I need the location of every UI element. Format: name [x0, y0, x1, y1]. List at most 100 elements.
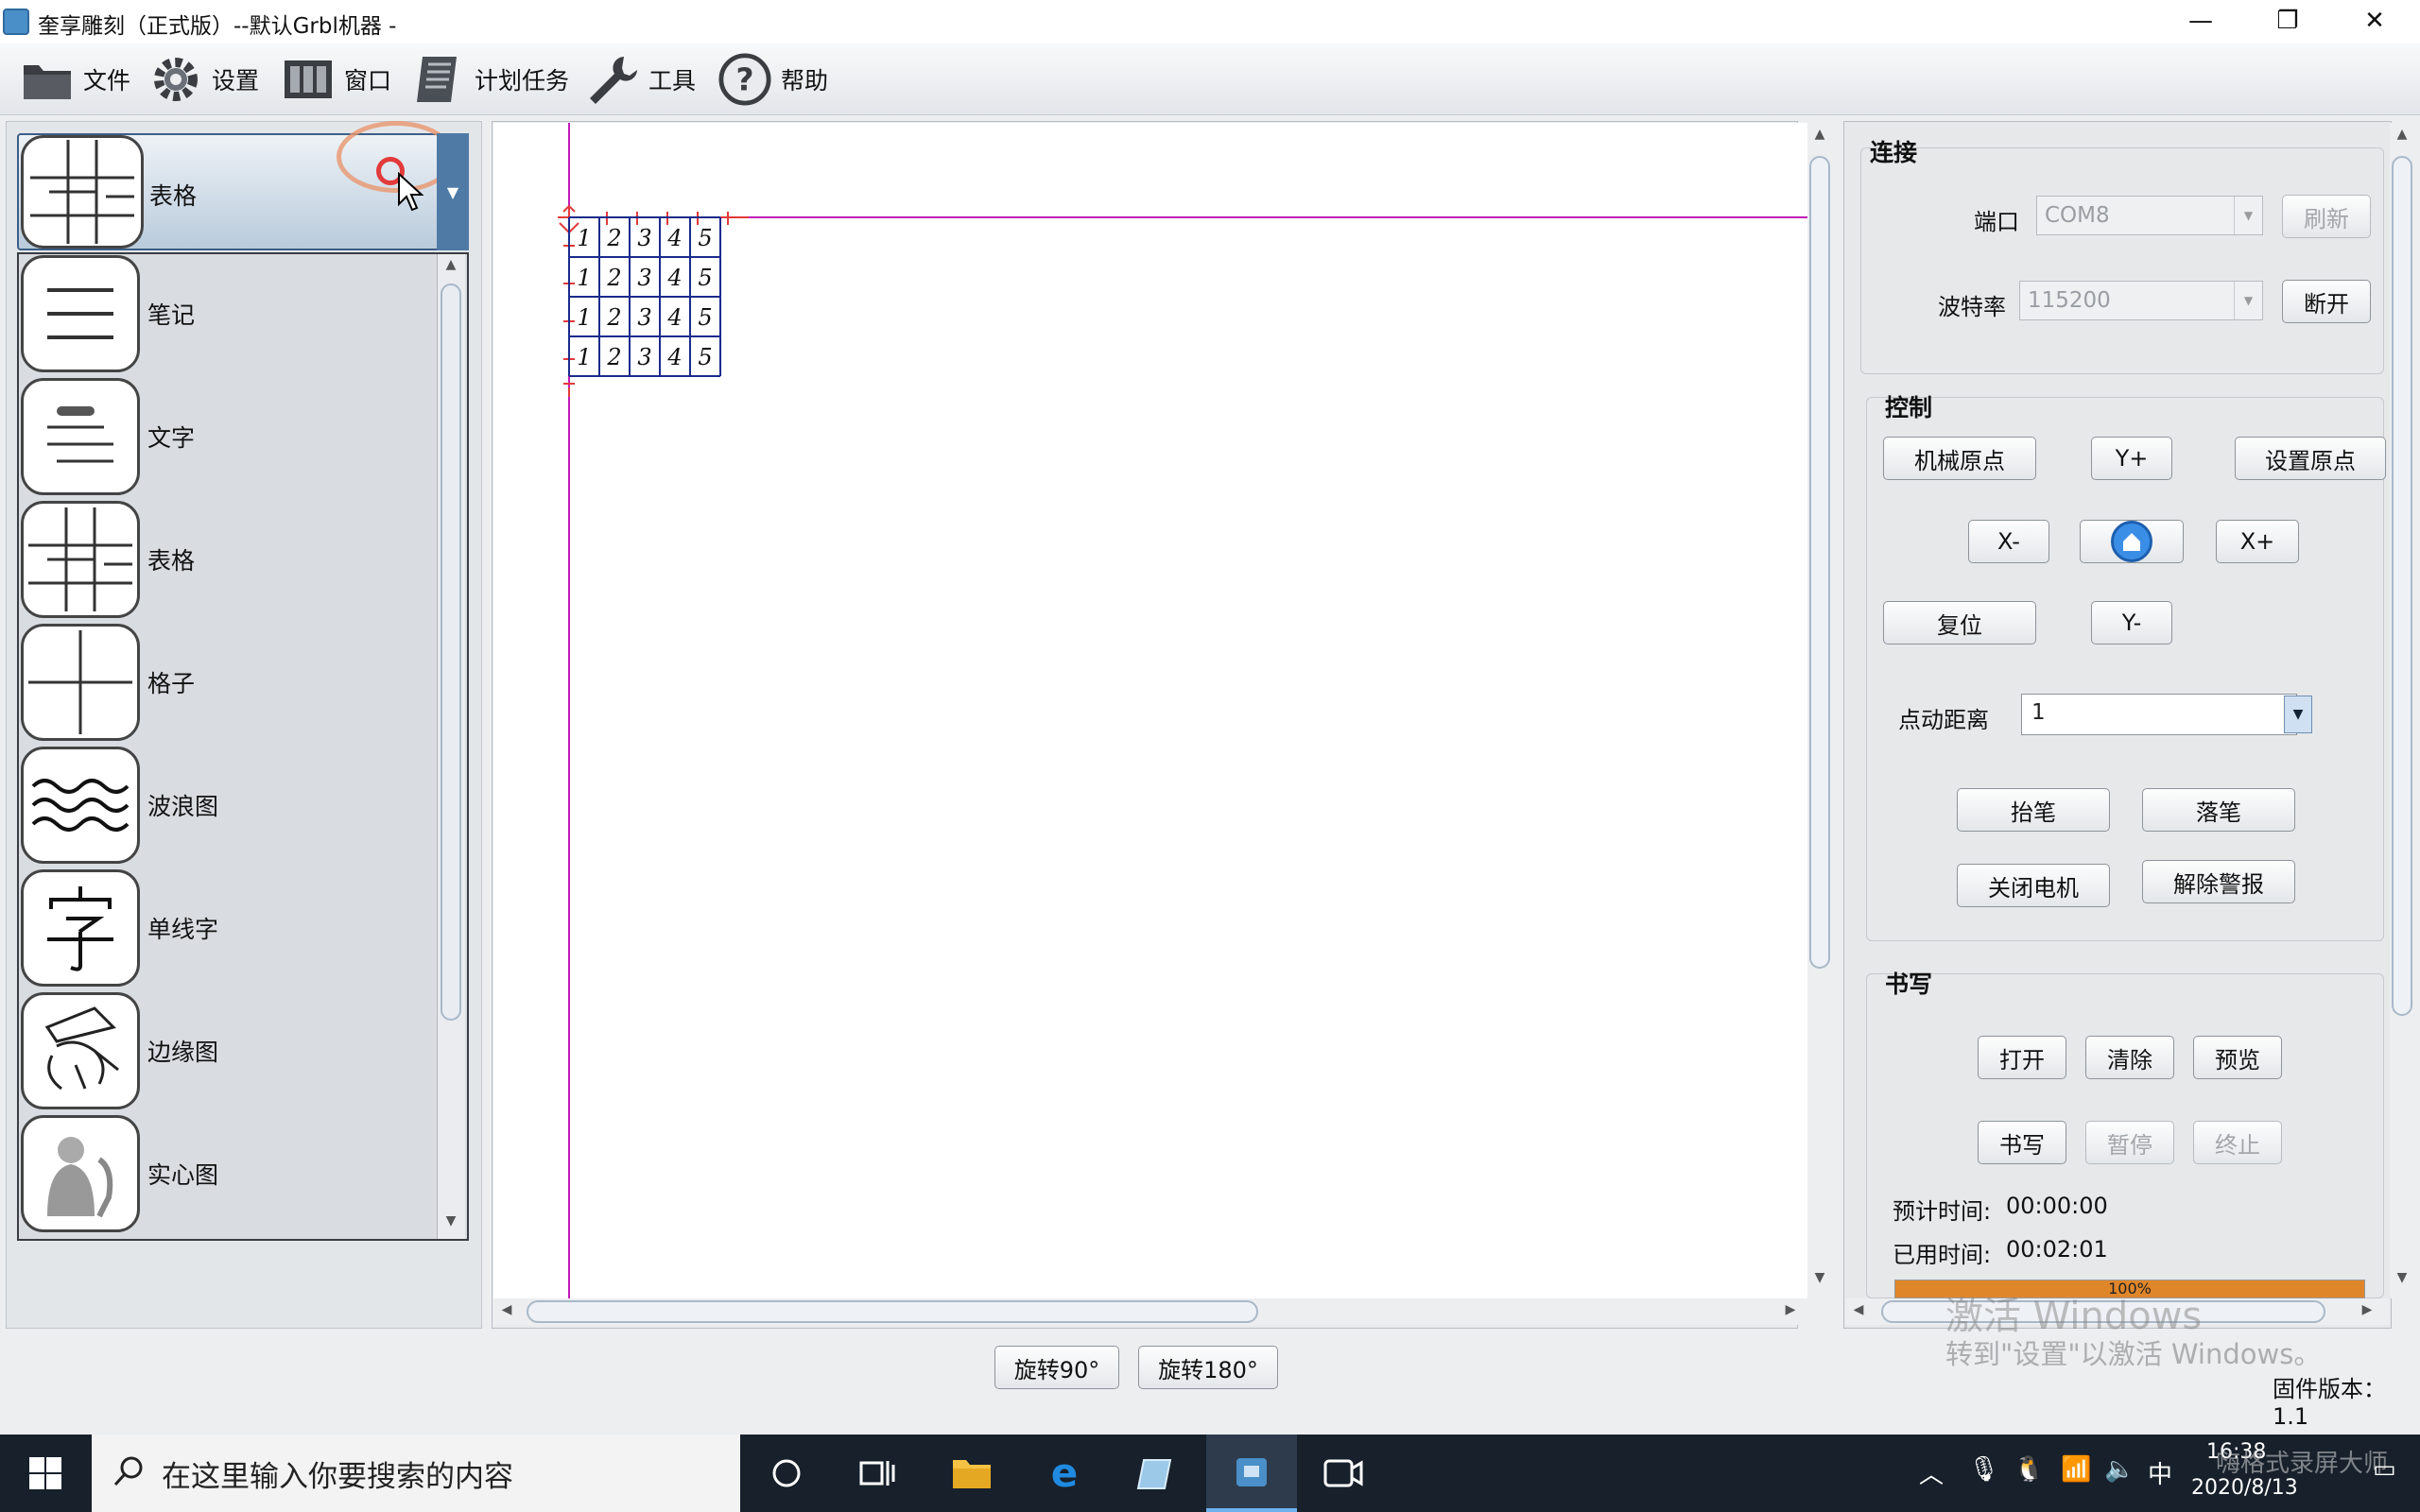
maximize-button[interactable]: ❐ [2244, 0, 2331, 43]
list-item[interactable]: 格子 [21, 624, 437, 741]
task-view-icon[interactable] [832, 1435, 923, 1512]
menu-settings[interactable]: 设置 [149, 51, 259, 108]
set-origin-button[interactable]: 设置原点 [2235, 437, 2386, 480]
drawing-canvas[interactable]: 12345123451234512345 [493, 123, 1807, 1298]
pen-down-button[interactable]: 落笔 [2142, 788, 2295, 832]
scroll-left-arrow[interactable]: ◀ [1849, 1302, 1868, 1317]
selected-thumb [21, 135, 144, 249]
machine-home-button[interactable]: 机械原点 [1883, 437, 2036, 480]
list-item[interactable]: 文字 [21, 378, 437, 495]
ime-indicator[interactable]: 中 [2148, 1455, 2172, 1490]
x-minus-button[interactable]: X- [1968, 520, 2049, 563]
table-icon [21, 501, 140, 618]
used-time-label: 已用时间: [1893, 1242, 1992, 1268]
grid-cell-text: 2 [606, 344, 621, 370]
search-placeholder: 在这里输入你要搜索的内容 [162, 1459, 513, 1494]
rotate-90-button[interactable]: 旋转90° [994, 1346, 1119, 1389]
chevron-down-icon[interactable]: ▼ [437, 133, 469, 250]
panel-vertical-thumb[interactable] [2392, 156, 2412, 1016]
volume-icon[interactable]: 🔈 [2104, 1455, 2135, 1484]
clear-alarm-button[interactable]: 解除警报 [2142, 860, 2295, 903]
canvas-horizontal-thumb[interactable] [527, 1300, 1258, 1323]
jog-distance-input[interactable]: 1 [2021, 694, 2297, 735]
app-window-icon[interactable] [1110, 1435, 1201, 1512]
taskbar-search[interactable]: 在这里输入你要搜索的内容 [92, 1435, 740, 1512]
y-minus-button[interactable]: Y- [2091, 601, 2172, 644]
list-item[interactable]: 波浪图 [21, 747, 437, 864]
scroll-up-arrow[interactable]: ▲ [2392, 127, 2412, 142]
menu-label: 工具 [648, 67, 697, 94]
port-select[interactable]: COM8 ▼ [2036, 196, 2263, 235]
scroll-right-arrow[interactable]: ▶ [2358, 1302, 2377, 1317]
notification-icon[interactable]: ▭ [2373, 1455, 2396, 1484]
y-plus-button[interactable]: Y+ [2091, 437, 2172, 480]
refresh-button[interactable]: 刷新 [2282, 195, 2371, 238]
list-scrollbar-thumb[interactable] [441, 284, 461, 1021]
open-button[interactable]: 打开 [1978, 1036, 2066, 1079]
grid-cell-text: 4 [666, 265, 682, 291]
motor-off-button[interactable]: 关闭电机 [1957, 864, 2110, 907]
engraver-app-icon[interactable] [1206, 1435, 1297, 1512]
list-item[interactable]: 单线字 [21, 869, 437, 987]
menu-scheduled-tasks[interactable]: 计划任务 [412, 51, 569, 108]
estimated-time-label: 预计时间: [1893, 1198, 1992, 1225]
chevron-down-icon[interactable]: ▼ [2284, 696, 2312, 733]
list-item[interactable]: 表格 [21, 501, 437, 618]
grid-cell-text: 2 [606, 304, 621, 331]
pen-up-button[interactable]: 抬笔 [1957, 788, 2110, 832]
menu-file[interactable]: 文件 [21, 51, 130, 108]
menu-help[interactable]: ? 帮助 [718, 51, 828, 108]
reset-button[interactable]: 复位 [1883, 601, 2036, 644]
scroll-up-arrow[interactable]: ▲ [441, 257, 461, 272]
camera-app-icon[interactable] [1299, 1435, 1390, 1512]
scroll-down-arrow[interactable]: ▼ [2392, 1270, 2412, 1285]
grid-cell-text: 3 [637, 265, 651, 291]
list-item[interactable]: 边缘图 [21, 992, 437, 1109]
list-item[interactable]: 笔记 [21, 255, 437, 372]
folder-icon [21, 53, 74, 106]
edge-browser-icon[interactable]: e [1019, 1435, 1110, 1512]
title-bar: 奎享雕刻（正式版）--默认Grbl机器 - — ❐ ✕ [0, 0, 2420, 43]
microphone-icon[interactable]: 🎙 [1968, 1455, 1999, 1484]
file-explorer-icon[interactable] [926, 1435, 1017, 1512]
search-icon [112, 1455, 145, 1491]
disconnect-button[interactable]: 断开 [2282, 280, 2371, 323]
menu-tools[interactable]: 工具 [586, 51, 696, 108]
scroll-down-arrow[interactable]: ▼ [1809, 1270, 1830, 1285]
qq-icon[interactable]: 🐧 [2014, 1455, 2044, 1484]
home-icon [2111, 521, 2152, 562]
minimize-button[interactable]: — [2157, 0, 2244, 43]
canvas-vertical-thumb[interactable] [1809, 156, 1830, 969]
preview-button[interactable]: 预览 [2193, 1036, 2282, 1079]
x-plus-button[interactable]: X+ [2216, 520, 2299, 563]
chevron-up-icon[interactable]: ︿ [1919, 1455, 1944, 1490]
scroll-right-arrow[interactable]: ▶ [1781, 1302, 1800, 1317]
notes-icon [21, 255, 140, 372]
cursor-icon [397, 171, 424, 215]
grid-cell-text: 1 [577, 344, 591, 370]
cortana-icon[interactable] [741, 1435, 832, 1512]
app-icon [3, 9, 29, 35]
rotate-180-button[interactable]: 旋转180° [1138, 1346, 1278, 1389]
clock-date[interactable]: 2020/8/13 [2191, 1476, 2298, 1500]
wrench-icon [586, 53, 639, 106]
write-button[interactable]: 书写 [1978, 1121, 2066, 1164]
list-item[interactable]: 实心图 [21, 1115, 437, 1232]
clear-button[interactable]: 清除 [2085, 1036, 2174, 1079]
go-home-button[interactable] [2080, 520, 2184, 563]
grid-cell-text: 1 [577, 265, 591, 291]
close-button[interactable]: ✕ [2331, 0, 2418, 43]
pause-button[interactable]: 暂停 [2085, 1121, 2174, 1164]
svg-text:?: ? [735, 62, 753, 98]
network-icon[interactable]: 📶 [2061, 1455, 2091, 1484]
character-icon [21, 869, 140, 987]
menu-window[interactable]: 窗口 [282, 51, 391, 108]
scroll-up-arrow[interactable]: ▲ [1809, 127, 1830, 142]
scroll-icon [412, 53, 465, 106]
stop-button[interactable]: 终止 [2193, 1121, 2282, 1164]
windows-start-icon[interactable] [0, 1435, 91, 1512]
scroll-left-arrow[interactable]: ◀ [497, 1302, 516, 1317]
baud-select[interactable]: 115200 ▼ [2019, 281, 2263, 320]
scroll-down-arrow[interactable]: ▼ [441, 1213, 461, 1228]
control-title: 控制 [1885, 394, 1933, 421]
